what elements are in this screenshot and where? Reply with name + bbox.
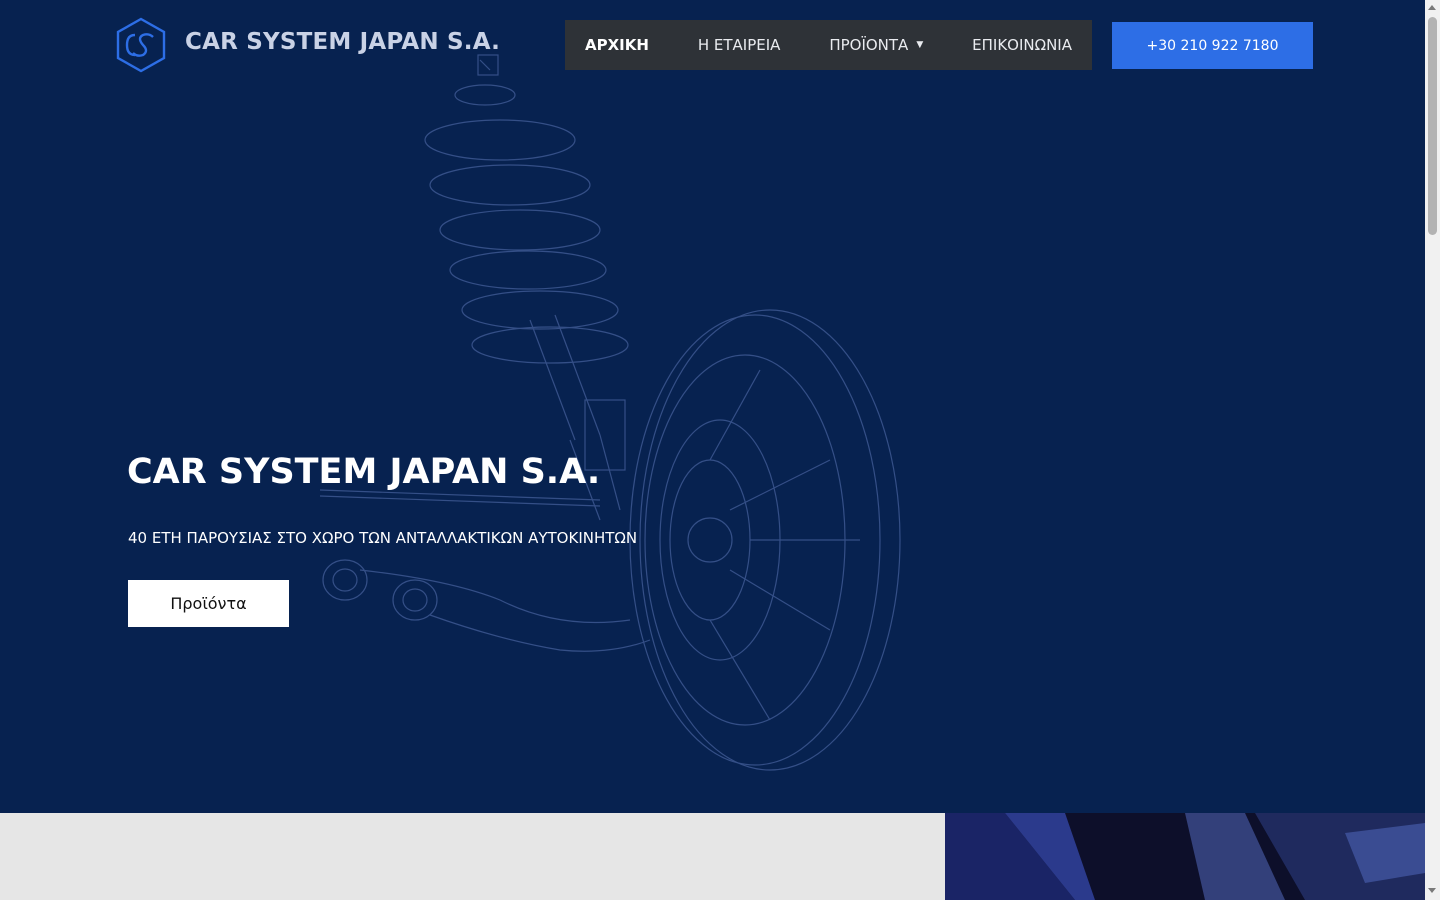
products-button[interactable]: Προϊόντα <box>128 580 289 627</box>
wheel-graphic <box>629 309 901 771</box>
site-header: CAR SYSTEM JAPAN S.A. ΑΡΧΙΚΗ Η ΕΤΑΙΡΕΙΑ … <box>0 0 1425 90</box>
nav-item-label: ΠΡΟΪΟΝΤΑ <box>829 36 909 54</box>
coil-spring-graphic <box>424 54 629 364</box>
nav-item-company[interactable]: Η ΕΤΑΙΡΕΙΑ <box>698 36 781 54</box>
hero-section <box>0 0 1425 813</box>
nav-item-label: Η ΕΤΑΙΡΕΙΑ <box>697 36 781 54</box>
scroll-down-icon[interactable] <box>1428 888 1436 893</box>
scroll-up-icon[interactable] <box>1428 5 1436 10</box>
suspension-wireframe-image <box>319 54 901 771</box>
caret-down-icon: ▼ <box>916 40 924 50</box>
nav-item-label: ΕΠΙΚΟΙΝΩΝΙΑ <box>972 36 1072 54</box>
control-arm-graphic <box>319 489 651 652</box>
lower-section-panel <box>0 813 945 900</box>
logo-text[interactable]: CAR SYSTEM JAPAN S.A. <box>185 29 500 55</box>
lower-section-image <box>945 813 1425 900</box>
nav-item-contact[interactable]: ΕΠΙΚΟΙΝΩΝΙΑ <box>972 36 1072 54</box>
nav-item-products[interactable]: ΠΡΟΪΟΝΤΑ ▼ <box>829 36 923 54</box>
nav-item-label: ΑΡΧΙΚΗ <box>585 36 649 54</box>
scrollbar-thumb[interactable] <box>1428 17 1437 235</box>
cs-hexagon-logo-icon[interactable] <box>115 17 167 73</box>
nav-item-home[interactable]: ΑΡΧΙΚΗ <box>585 36 649 54</box>
phone-button[interactable]: +30 210 922 7180 <box>1112 22 1313 69</box>
main-nav: ΑΡΧΙΚΗ Η ΕΤΑΙΡΕΙΑ ΠΡΟΪΟΝΤΑ ▼ ΕΠΙΚΟΙΝΩΝΙΑ <box>565 20 1092 70</box>
car-detail-image <box>945 813 1425 900</box>
page-scrollbar[interactable] <box>1425 0 1440 900</box>
hero-title: CAR SYSTEM JAPAN S.A. <box>127 452 601 492</box>
hero-subtitle: 40 ΕΤΗ ΠΑΡΟΥΣΙΑΣ ΣΤΟ ΧΩΡΟ ΤΩΝ ΑΝΤΑΛΛΑΚΤΙ… <box>128 529 638 547</box>
